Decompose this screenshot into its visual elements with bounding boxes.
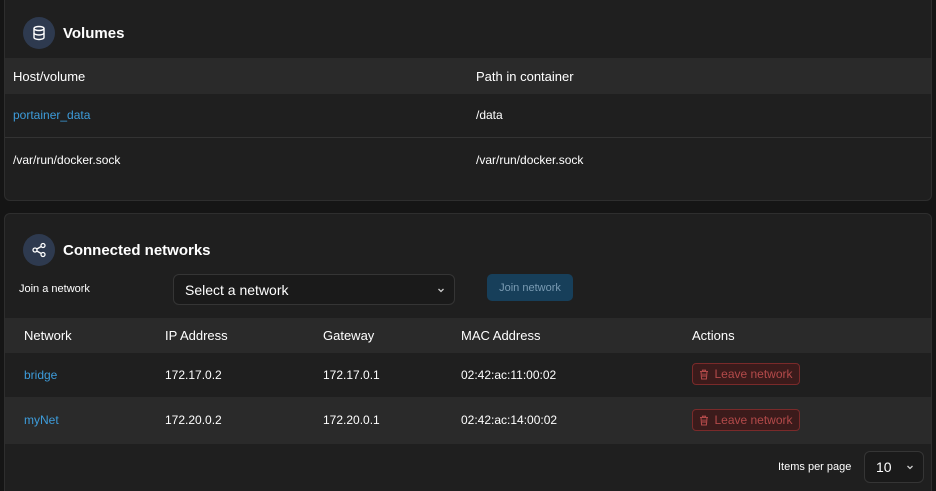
gateway: 172.20.0.1	[323, 413, 380, 427]
mac-address: 02:42:ac:14:00:02	[461, 413, 558, 427]
items-per-page-select[interactable]: 10	[864, 451, 924, 483]
column-ip-address: IP Address	[165, 328, 228, 343]
volumes-header: Volumes	[23, 17, 124, 49]
networks-table-header: Network IP Address Gateway MAC Address A…	[5, 318, 931, 353]
column-network: Network	[24, 328, 72, 343]
volume-path: /data	[476, 108, 503, 122]
volumes-title: Volumes	[63, 24, 125, 42]
volumes-panel: Volumes Host/volume Path in container po…	[4, 0, 932, 201]
share-icon	[23, 234, 55, 266]
ip-address: 172.17.0.2	[165, 368, 222, 382]
trash-icon	[700, 415, 709, 426]
table-row: bridge 172.17.0.2 172.17.0.1 02:42:ac:11…	[5, 353, 931, 397]
networks-header: Connected networks	[23, 234, 211, 266]
table-row: portainer_data /data	[5, 94, 931, 137]
join-network-button[interactable]: Join network	[487, 274, 573, 301]
chevron-down-icon	[905, 459, 915, 475]
leave-network-label: Leave network	[714, 367, 793, 381]
gateway: 172.17.0.1	[323, 368, 380, 382]
leave-network-button[interactable]: Leave network	[692, 409, 800, 431]
volumes-table-header: Host/volume Path in container	[5, 58, 931, 94]
items-per-page-label: Items per page	[778, 461, 852, 473]
mac-address: 02:42:ac:11:00:02	[461, 368, 557, 382]
volume-host: /var/run/docker.sock	[13, 153, 121, 167]
column-path-in-container: Path in container	[476, 69, 574, 84]
networks-panel: Connected networks Join a network Select…	[4, 213, 932, 491]
volume-path: /var/run/docker.sock	[476, 153, 584, 167]
column-mac-address: MAC Address	[461, 328, 541, 343]
table-row: myNet 172.20.0.2 172.20.0.1 02:42:ac:14:…	[5, 397, 931, 444]
network-link[interactable]: myNet	[24, 413, 59, 427]
volume-host-link[interactable]: portainer_data	[13, 108, 90, 122]
trash-icon	[700, 369, 709, 380]
network-select[interactable]: Select a network	[173, 274, 455, 305]
ip-address: 172.20.0.2	[165, 413, 222, 427]
column-host-volume: Host/volume	[13, 69, 86, 84]
column-gateway: Gateway	[323, 328, 375, 343]
table-row: /var/run/docker.sock /var/run/docker.soc…	[5, 138, 931, 183]
items-per-page-value: 10	[876, 459, 892, 475]
networks-title: Connected networks	[63, 241, 211, 259]
leave-network-button[interactable]: Leave network	[692, 363, 800, 385]
column-actions: Actions	[692, 328, 735, 343]
chevron-down-icon	[436, 282, 446, 298]
network-select-value: Select a network	[185, 281, 289, 298]
network-link[interactable]: bridge	[24, 368, 57, 382]
leave-network-label: Leave network	[714, 413, 793, 427]
join-network-label: Join a network	[19, 283, 90, 295]
database-icon	[23, 17, 55, 49]
